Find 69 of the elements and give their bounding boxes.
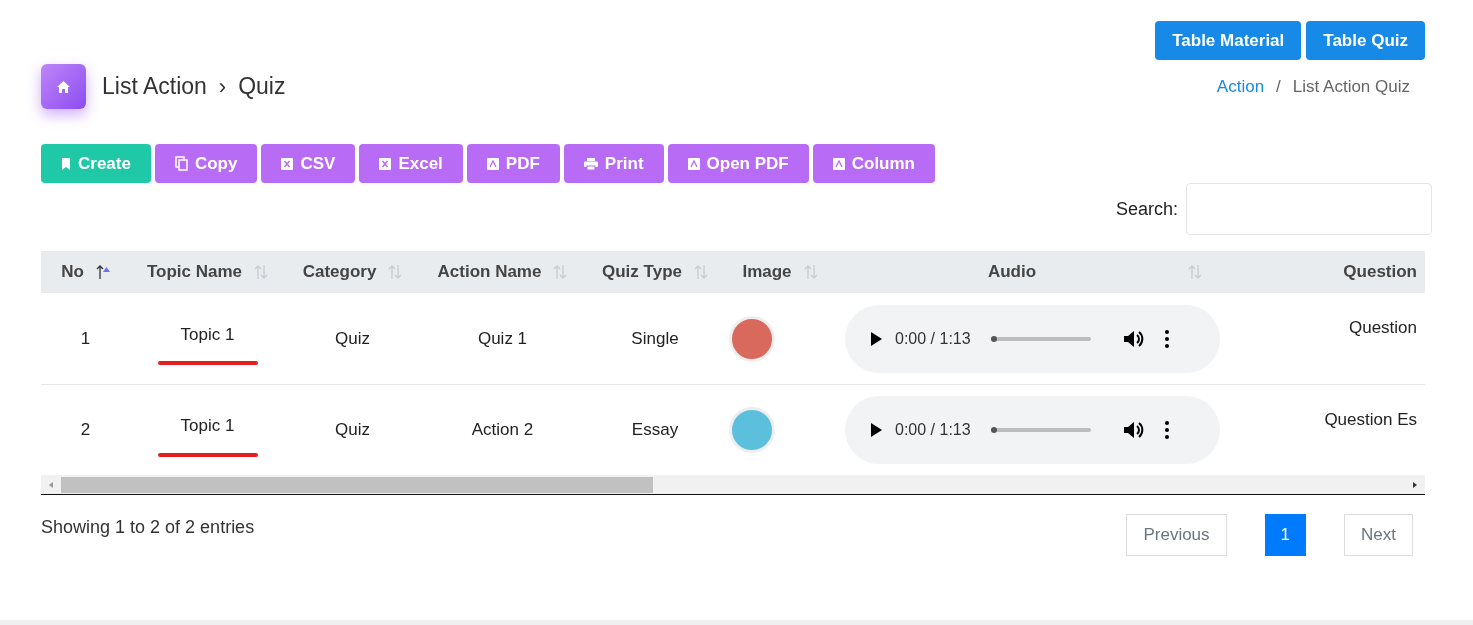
sort-icon[interactable] [95,264,110,280]
pdf-file-icon [486,157,499,170]
photo-placeholder [729,407,775,453]
search-label: Search: [1115,197,1178,221]
toolbar-button[interactable]: Open PDF [667,144,809,183]
audio-progress-track[interactable] [990,428,1091,432]
toolbar-button[interactable]: Print [563,144,664,183]
toolbar-button[interactable]: Column [812,144,935,183]
volume-icon[interactable] [1122,420,1145,440]
copy-icon [174,156,188,171]
bookmark-icon [61,157,71,170]
table-cell-text: 1 [80,327,91,350]
audio-time: 0:00 / 1:13 [895,328,971,349]
table-cell-text: Question Es [1324,409,1417,431]
toolbar-button[interactable]: Excel [359,144,463,183]
nav-button[interactable]: Table Material [1155,21,1302,60]
table-cell-text: Action 2 [471,419,534,442]
column-header: Action Name [437,261,542,284]
title-separator: › [218,73,227,101]
page-title: Quiz [238,72,286,102]
toolbar-button[interactable]: CSV [261,144,356,183]
play-icon[interactable] [869,422,883,438]
spreadsheet-file-icon [379,157,392,170]
column-header: Question [1343,261,1417,284]
printer-icon [583,157,598,170]
horizontal-scrollbar[interactable] [41,475,1425,495]
home-icon-tile[interactable] [41,64,86,109]
breadcrumb-current: List Action Quiz [1292,75,1410,98]
home-icon [57,80,70,93]
table-cell-text: Quiz [335,419,370,442]
play-icon[interactable] [869,330,883,347]
more-options-icon[interactable] [1164,421,1169,439]
pagination-button[interactable]: 1 [1264,514,1307,556]
column-header: Quiz Type [602,261,682,284]
scrollbar-thumb[interactable] [61,476,653,493]
nav-button[interactable]: Table Quiz [1306,21,1425,60]
more-options-icon[interactable] [1164,329,1169,348]
table-cell-text: Essay [631,419,679,442]
audio-time: 0:00 / 1:13 [895,420,971,440]
spreadsheet-file-icon [281,157,294,170]
table-cell-text: Question [1348,317,1417,339]
toolbar-button[interactable]: Create [41,144,151,183]
pagination-button[interactable]: Next [1344,514,1413,556]
table-cell-text: 2 [80,419,91,442]
toolbar-button[interactable]: Copy [154,144,258,183]
audio-player[interactable]: 0:00 / 1:13 [845,396,1220,464]
table-cell-text: Single [631,327,679,350]
page-title: List Action [102,72,207,102]
breadcrumb-separator: / [1276,75,1281,98]
search-field[interactable] [1186,183,1432,235]
audio-player[interactable]: 0:00 / 1:13 [845,304,1220,373]
column-header: Image [742,261,792,284]
column-header: Topic Name [146,261,243,284]
table-cell-text: Topic 1 [180,415,235,438]
breadcrumb-link[interactable]: Action [1216,73,1265,100]
entries-info: Showing 1 to 2 of 2 entries [41,516,255,539]
pagination-button[interactable]: Previous [1126,514,1227,556]
column-header: Audio [987,261,1037,284]
pdf-file-icon [687,157,700,170]
column-header: No [61,261,84,284]
pdf-file-icon [832,157,845,170]
table-cell-text: Topic 1 [180,323,235,346]
toolbar-button[interactable]: PDF [466,144,560,183]
table-cell-text: Quiz 1 [477,327,528,350]
audio-progress-track[interactable] [990,336,1091,341]
volume-icon[interactable] [1122,328,1145,349]
column-header: Category [302,261,377,284]
table-cell-text: Quiz [335,327,370,350]
photo-placeholder [729,315,775,362]
